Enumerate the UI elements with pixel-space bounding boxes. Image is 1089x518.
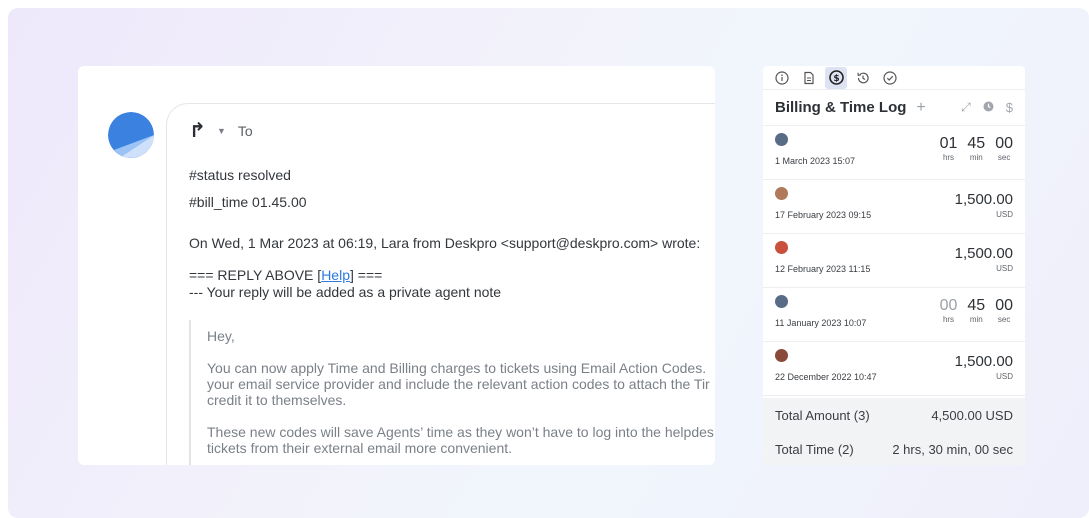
quoted-message: Hey, You can now apply Time and Billing … (189, 320, 715, 465)
info-icon[interactable] (771, 67, 793, 89)
check-icon[interactable] (879, 67, 901, 89)
entry-date: 11 January 2023 10:07 (775, 318, 867, 328)
entry-time: 01 hrs 45 min 00 sec (940, 135, 1013, 162)
reply-header: ↱ ▼ To (189, 118, 253, 143)
bill-time-command: #bill_time 01.45.00 (189, 194, 307, 210)
entry-seconds: 00 (995, 297, 1013, 314)
panel-header-actions: ⤢ $ (961, 100, 1013, 115)
quote-line: These new codes will save Agents’ time a… (207, 424, 714, 440)
entry-date: 12 February 2023 11:15 (775, 264, 871, 274)
total-time-label: Total Time (2) (775, 442, 854, 457)
amount-currency: USD (996, 210, 1013, 219)
hours-label: hrs (942, 315, 955, 324)
history-icon[interactable] (852, 67, 874, 89)
amount-currency: USD (996, 264, 1013, 273)
billing-entry[interactable]: 1 March 2023 15:07 01 hrs 45 min 00 sec (763, 126, 1025, 180)
reply-arrow-icon[interactable]: ↱ (189, 118, 209, 143)
entry-minutes: 45 (967, 135, 986, 152)
entry-amount: 1,500.00 USD (955, 353, 1013, 381)
chevron-down-icon[interactable]: ▼ (217, 126, 226, 136)
seconds-label: sec (997, 315, 1011, 324)
entry-time: 00 hrs 45 min 00 sec (940, 297, 1013, 324)
user-avatar (775, 241, 788, 254)
reply-above-suffix: ] === (349, 267, 383, 283)
user-avatar (775, 295, 788, 308)
svg-text:$: $ (833, 74, 839, 84)
quote-line: tickets from their external email more c… (207, 440, 513, 456)
user-avatar (775, 133, 788, 146)
total-amount-label: Total Amount (3) (775, 408, 870, 423)
quote-line: credit it to themselves. (207, 392, 347, 408)
quote-line: your email service provider and include … (207, 376, 710, 392)
minutes-label: min (969, 153, 983, 162)
clock-icon[interactable] (983, 101, 994, 115)
billing-entry[interactable]: 12 February 2023 11:15 1,500.00 USD (763, 234, 1025, 288)
quoted-header: On Wed, 1 Mar 2023 at 06:19, Lara from D… (189, 235, 701, 251)
status-command: #status resolved (189, 167, 291, 183)
amount-value: 1,500.00 (954, 191, 1013, 208)
entry-hours: 00 (939, 297, 958, 314)
entry-amount: 1,500.00 USD (955, 191, 1013, 219)
user-avatar (775, 187, 788, 200)
amount-currency: USD (996, 372, 1013, 381)
totals-section: Total Amount (3) 4,500.00 USD Total Time… (763, 398, 1025, 465)
help-link[interactable]: Help (321, 267, 350, 283)
panel-tabs: $ (763, 66, 1025, 90)
expand-icon[interactable]: ⤢ (961, 100, 971, 115)
reply-above-line: === REPLY ABOVE [Help] === (189, 267, 382, 283)
quote-line: You can now apply Time and Billing charg… (207, 360, 707, 376)
agent-avatar (108, 112, 154, 158)
quote-line: Hey, (207, 328, 235, 344)
amount-value: 1,500.00 (954, 245, 1013, 262)
entry-hours: 01 (939, 135, 958, 152)
total-amount-value: 4,500.00 USD (931, 408, 1013, 423)
total-time-value: 2 hrs, 30 min, 00 sec (892, 442, 1013, 457)
entry-amount: 1,500.00 USD (955, 245, 1013, 273)
dollar-icon[interactable]: $ (1006, 100, 1013, 115)
panel-header: Billing & Time Log + ⤢ $ (763, 90, 1025, 126)
amount-value: 1,500.00 (954, 353, 1013, 370)
seconds-label: sec (997, 153, 1011, 162)
entry-minutes: 45 (967, 297, 986, 314)
billing-entry[interactable]: 11 January 2023 10:07 00 hrs 45 min 00 sec (763, 288, 1025, 342)
reply-above-prefix: === REPLY ABOVE [ (189, 267, 322, 283)
billing-entry[interactable]: 17 February 2023 09:15 1,500.00 USD (763, 180, 1025, 234)
billing-panel: $ Billing & Time Log + ⤢ $ 1 March 2023 … (763, 66, 1025, 465)
panel-title: Billing & Time Log (775, 99, 907, 116)
entry-date: 22 December 2022 10:47 (775, 372, 877, 382)
entry-date: 17 February 2023 09:15 (775, 210, 872, 220)
total-time-row: Total Time (2) 2 hrs, 30 min, 00 sec (775, 442, 1013, 457)
minutes-label: min (969, 315, 983, 324)
billing-entry[interactable]: 22 December 2022 10:47 1,500.00 USD (763, 342, 1025, 396)
billing-icon[interactable]: $ (825, 66, 847, 89)
add-entry-icon[interactable]: + (916, 99, 925, 117)
to-field-label[interactable]: To (238, 123, 253, 139)
entry-date: 1 March 2023 15:07 (775, 156, 856, 166)
reply-composer[interactable]: ↱ ▼ To #status resolved #bill_time 01.45… (166, 103, 715, 465)
user-avatar (775, 349, 788, 362)
hours-label: hrs (942, 153, 955, 162)
total-amount-row: Total Amount (3) 4,500.00 USD (775, 408, 1013, 423)
private-note-line: --- Your reply will be added as a privat… (189, 284, 502, 300)
document-icon[interactable] (798, 67, 820, 89)
entry-seconds: 00 (995, 135, 1013, 152)
email-reply-card: ↱ ▼ To #status resolved #bill_time 01.45… (78, 66, 715, 465)
